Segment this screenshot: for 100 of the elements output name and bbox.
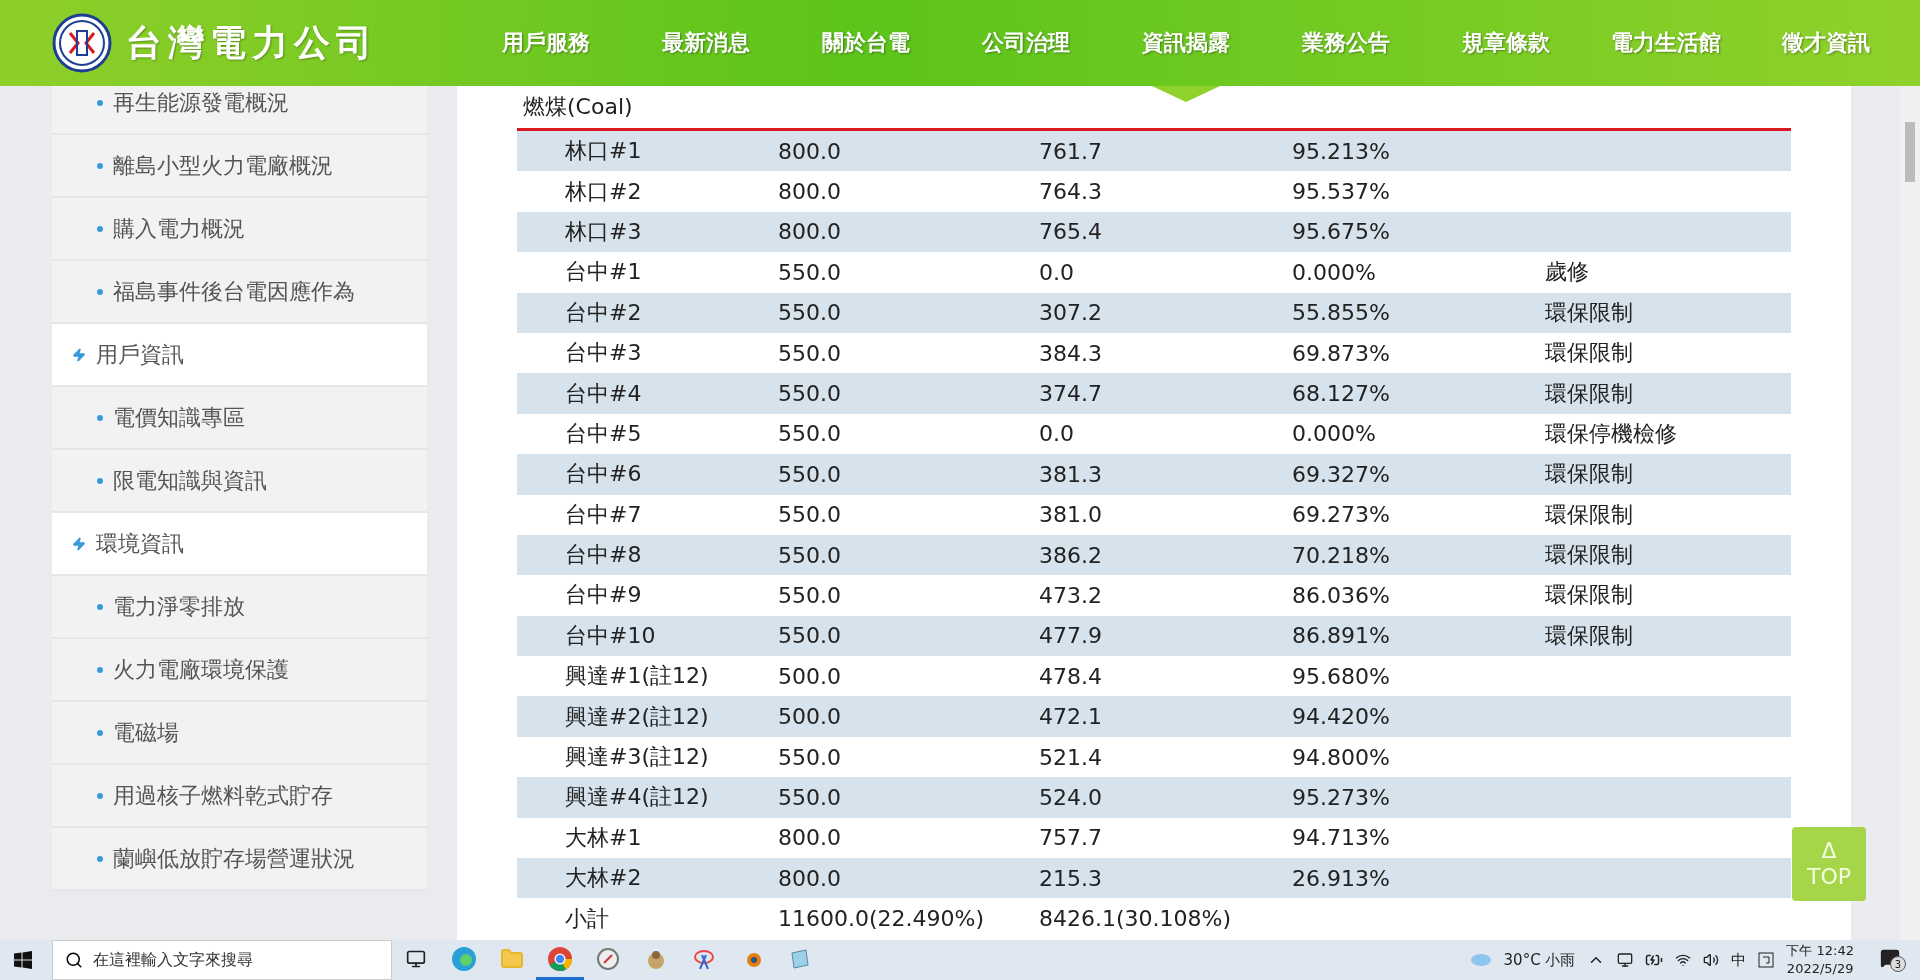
table-cell-text: 478.4 xyxy=(1039,663,1103,689)
sidebar-item[interactable]: 限電知識與資訊 xyxy=(52,450,427,513)
table-cell-text: 764.3 xyxy=(1039,179,1103,205)
sidebar-item[interactable]: 電磁場 xyxy=(52,702,427,765)
table-cell-text: 95.213% xyxy=(1292,138,1391,164)
table-cell-text: 環保限制 xyxy=(1545,581,1634,610)
table-cell-text: 興達#2(註12) xyxy=(565,702,710,731)
table-cell-text: 0.0 xyxy=(1039,421,1075,447)
bullet-icon xyxy=(97,477,103,484)
table-cell-text: 550.0 xyxy=(778,381,842,407)
bullet-icon xyxy=(97,414,103,421)
table-cell-text: 大林#2 xyxy=(565,864,643,893)
bullet-icon xyxy=(97,99,103,106)
table-cell-text: 0.000% xyxy=(1292,421,1377,447)
table-cell-text: 林口#3 xyxy=(565,217,643,246)
table-cell-text: 800.0 xyxy=(778,825,842,851)
table-cell-text: 台中#3 xyxy=(565,339,643,368)
table-cell-text: 94.420% xyxy=(1292,704,1391,730)
scrollbar-thumb[interactable] xyxy=(1905,122,1915,182)
clock[interactable]: 下午 12:42 2022/5/29 xyxy=(1786,942,1854,978)
sidebar-section[interactable]: 環境資訊 xyxy=(52,513,427,576)
keyboard-mode-icon[interactable] xyxy=(1758,952,1775,968)
table-cell-text: 環保限制 xyxy=(1545,339,1634,368)
table-cell-text: 興達#1(註12) xyxy=(565,662,710,691)
input-method-text[interactable]: 中 xyxy=(1731,950,1747,970)
table-cell-text: 台中#5 xyxy=(565,419,643,448)
volume-icon[interactable] xyxy=(1703,952,1720,968)
table-cell-text: 興達#3(註12) xyxy=(565,743,710,772)
table-cell-text: 95.675% xyxy=(1292,219,1391,245)
sidebar-item[interactable]: 電價知識專區 xyxy=(52,387,427,450)
table-cell-text: 215.3 xyxy=(1039,865,1103,891)
table-cell-text: 95.680% xyxy=(1292,663,1391,689)
table-cell-text: 94.800% xyxy=(1292,744,1391,770)
table-cell-text: 384.3 xyxy=(1039,340,1103,366)
table-cell-text: 台中#6 xyxy=(565,460,643,489)
bullet-icon xyxy=(97,603,103,610)
sidebar-item[interactable]: 再生能源發電概況 xyxy=(52,86,427,135)
table-cell-text: 374.7 xyxy=(1039,381,1103,407)
sidebar-item[interactable]: 離島小型火力電廠概況 xyxy=(52,135,427,198)
table-cell-text: 70.218% xyxy=(1292,542,1391,568)
table-cell-text: 興達#4(註12) xyxy=(565,783,710,812)
table-cell-text: 381.0 xyxy=(1039,502,1103,528)
table-cell-text: 757.7 xyxy=(1039,825,1103,851)
bullet-icon xyxy=(97,855,103,862)
table-cell-text: 800.0 xyxy=(778,219,842,245)
table-cell-text: 環保限制 xyxy=(1545,621,1634,650)
table-cell-text: 95.537% xyxy=(1292,179,1391,205)
table-cell-text: 環保限制 xyxy=(1545,500,1634,529)
table-cell-text: 550.0 xyxy=(778,340,842,366)
table-cell-text: 69.327% xyxy=(1292,461,1391,487)
wifi-icon[interactable] xyxy=(1675,952,1692,968)
table-cell-text: 550.0 xyxy=(778,300,842,326)
windows-start-icon[interactable] xyxy=(14,951,32,969)
sidebar-item[interactable]: 火力電廠環境保護 xyxy=(52,639,427,702)
table-cell-text: 8426.1(30.108%) xyxy=(1039,906,1233,932)
table-cell-text: 台中#10 xyxy=(565,621,657,650)
table-cell-text: 800.0 xyxy=(778,179,842,205)
bolt-icon xyxy=(72,536,86,551)
table-cell-text: 765.4 xyxy=(1039,219,1103,245)
sidebar-item[interactable]: 福島事件後台電因應作為 xyxy=(52,261,427,324)
table-cell-text: 環保限制 xyxy=(1545,541,1634,570)
bullet-icon xyxy=(97,666,103,673)
table-cell-text: 550.0 xyxy=(778,623,842,649)
table-cell-text: 524.0 xyxy=(1039,784,1103,810)
table-cell-text: 86.036% xyxy=(1292,583,1391,608)
table-cell-text: 307.2 xyxy=(1039,300,1103,326)
table-cell-text: 500.0 xyxy=(778,704,842,730)
bullet-icon xyxy=(97,729,103,736)
company-name: 台灣電力公司 xyxy=(126,19,379,65)
table-cell-text: 0.0 xyxy=(1039,259,1075,285)
sidebar-section[interactable]: 用戶資訊 xyxy=(52,324,427,387)
table-cell-text: 550.0 xyxy=(778,744,842,770)
table-cell-text: 68.127% xyxy=(1292,381,1391,407)
bullet-icon xyxy=(97,792,103,799)
table-cell-text: 86.891% xyxy=(1292,623,1391,649)
table-cell-text: 473.2 xyxy=(1039,583,1103,608)
table-cell-text: 500.0 xyxy=(778,663,842,689)
table-cell-text: 小計 xyxy=(565,904,610,933)
sidebar-item[interactable]: 蘭嶼低放貯存場營運狀況 xyxy=(52,828,427,891)
table-cell-text: 550.0 xyxy=(778,502,842,528)
table-cell-text: 台中#7 xyxy=(565,500,643,529)
bullet-icon xyxy=(97,162,103,169)
table-cell-text: 550.0 xyxy=(778,461,842,487)
table-cell-text: 林口#2 xyxy=(565,177,643,206)
sidebar-item[interactable]: 電力淨零排放 xyxy=(52,576,427,639)
taskbar-search-field[interactable]: 在這裡輸入文字來搜尋 xyxy=(52,940,392,980)
sidebar-item[interactable]: 用過核子燃料乾式貯存 xyxy=(52,765,427,828)
bullet-icon xyxy=(97,288,103,295)
table-cell-text: 台中#8 xyxy=(565,541,643,570)
table-cell-text: 550.0 xyxy=(778,583,842,608)
table-cell-text: 環保限制 xyxy=(1545,379,1634,408)
table-cell-text: 55.855% xyxy=(1292,300,1391,326)
table-cell-text: 800.0 xyxy=(778,138,842,164)
table-cell-text: 林口#1 xyxy=(565,137,643,166)
table-cell-text: 550.0 xyxy=(778,259,842,285)
bolt-icon xyxy=(72,347,86,362)
table-cell-text: 94.713% xyxy=(1292,825,1391,851)
bullet-icon xyxy=(97,225,103,232)
table-cell-text: 台中#1 xyxy=(565,258,643,287)
sidebar-item[interactable]: 購入電力概況 xyxy=(52,198,427,261)
